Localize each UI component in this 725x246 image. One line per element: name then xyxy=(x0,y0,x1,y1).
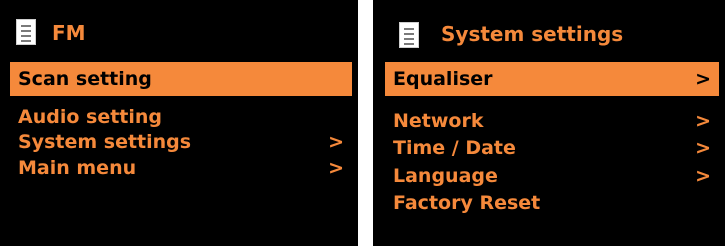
menu-item-label: System settings xyxy=(18,131,192,153)
menu-item-label: Equaliser xyxy=(393,68,493,90)
menu-item-label: Scan setting xyxy=(18,68,152,90)
menu-item-audio-setting[interactable]: Audio setting xyxy=(10,103,352,131)
menu-item-factory-reset[interactable]: Factory Reset xyxy=(385,189,719,217)
fm-title: FM xyxy=(52,21,86,45)
menu-item-label: Audio setting xyxy=(18,106,163,128)
menu-item-system-settings[interactable]: System settings > xyxy=(10,128,352,156)
system-settings-screen: System settings Equaliser > Network > Ti… xyxy=(373,0,725,246)
menu-item-network[interactable]: Network > xyxy=(385,107,719,135)
chevron-right-icon: > xyxy=(695,68,711,90)
fm-menu-screen: FM Scan setting Audio setting System set… xyxy=(0,0,358,246)
chevron-right-icon: > xyxy=(695,165,711,187)
menu-item-label: Network xyxy=(393,110,484,132)
menu-item-label: Time / Date xyxy=(393,137,516,159)
menu-item-main-menu[interactable]: Main menu > xyxy=(10,154,352,182)
menu-item-label: Language xyxy=(393,165,498,187)
menu-item-time-date[interactable]: Time / Date > xyxy=(385,134,719,162)
menu-item-equaliser[interactable]: Equaliser > xyxy=(385,62,719,96)
menu-item-label: Main menu xyxy=(18,157,137,179)
chevron-right-icon: > xyxy=(695,137,711,159)
fm-header: FM xyxy=(0,0,358,62)
menu-item-label: Factory Reset xyxy=(393,192,541,214)
system-settings-header: System settings xyxy=(373,0,725,62)
list-document-icon xyxy=(16,19,36,45)
menu-item-scan-setting[interactable]: Scan setting xyxy=(10,62,352,96)
chevron-right-icon: > xyxy=(328,157,344,179)
menu-item-language[interactable]: Language > xyxy=(385,162,719,190)
list-document-icon xyxy=(399,22,419,48)
chevron-right-icon: > xyxy=(695,110,711,132)
chevron-right-icon: > xyxy=(328,131,344,153)
system-settings-title: System settings xyxy=(441,22,624,46)
